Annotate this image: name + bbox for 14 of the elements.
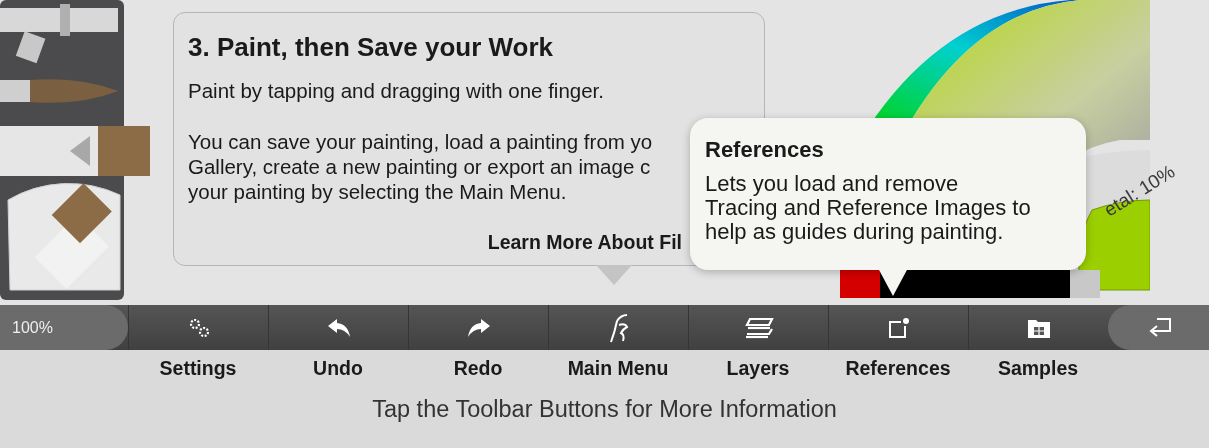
toolbar-label: References [845,356,951,380]
tip-title: 3. Paint, then Save your Work [188,31,555,63]
toolbar-label: Settings [159,356,237,380]
tooltip-text: Lets you load and remove Tracing and Reference Images to help as guides during painting. [705,172,1032,244]
toolbar-label: Redo [453,356,503,380]
toolbar-label: Undo [313,356,363,380]
toolbar-label: Main Menu [567,356,669,380]
toolbar-label: Layers [726,356,790,380]
toolbar-label: Samples [997,356,1079,380]
tip-paragraph: You can save your painting, load a painting from yo Gallery, create a new painting or export an image c your painting by selecting the Main Menu. [188,129,653,204]
tooltip-title: References [705,136,825,164]
hint-text: Tap the Toolbar Buttons for More Information [371,395,838,423]
tip-paragraph: Paint by tapping and dragging with one finger. [188,78,604,103]
metal-level-label: etal: 10% [1100,160,1180,222]
